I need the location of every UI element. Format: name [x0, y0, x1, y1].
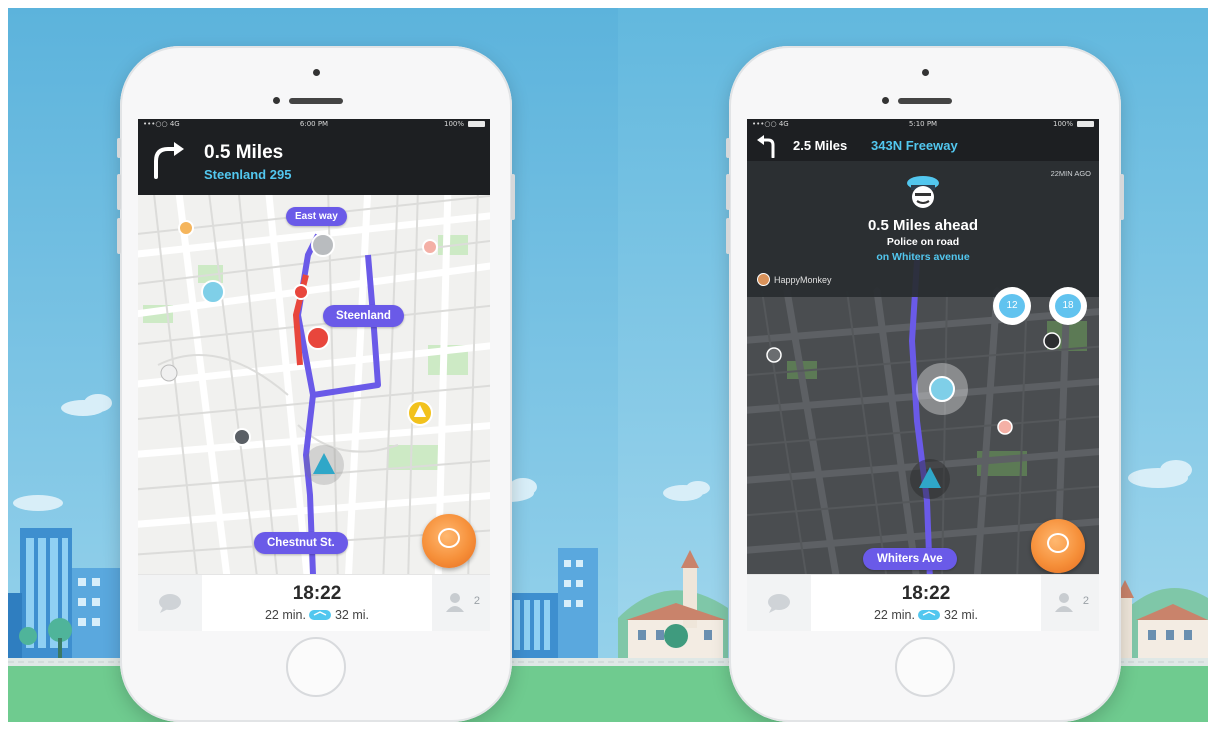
- battery-percent: 100%: [443, 120, 464, 128]
- status-bar: •••○○ 4G 6:00 PM 100%: [138, 119, 490, 129]
- thumbs-up-count: 18: [1055, 294, 1081, 318]
- speech-bubble-icon: [438, 528, 460, 548]
- friends-count: 2: [473, 595, 480, 607]
- proximity-sensor: [882, 97, 889, 104]
- next-turn-distance: 2.5 Miles: [793, 138, 848, 153]
- phone-left: •••○○ 4G 6:00 PM 100% 0.5 Miles Steenlan…: [117, 46, 515, 722]
- trip-summary: 22 min. 32 mi.: [811, 608, 1041, 622]
- comment-count: 12: [999, 294, 1025, 318]
- chat-button[interactable]: [138, 575, 202, 631]
- friends-count: 2: [1082, 595, 1089, 607]
- eta-bar[interactable]: 18:22 22 min. 32 mi. 2: [138, 574, 490, 631]
- map-label-whiters-ave: Whiters Ave: [863, 548, 957, 570]
- front-camera: [313, 69, 320, 76]
- mute-switch: [726, 138, 730, 158]
- status-time: 6:00 PM: [299, 120, 329, 128]
- police-icon: [907, 176, 939, 208]
- earpiece-speaker: [898, 98, 952, 104]
- user-icon: [446, 593, 464, 612]
- proximity-sensor: [273, 97, 280, 104]
- eta-time: 18:22: [292, 583, 342, 604]
- volume-up-button: [726, 174, 730, 210]
- turn-right-arrow-icon: [154, 142, 184, 179]
- trip-distance: 32 mi.: [334, 608, 369, 622]
- phone-screen: •••○○ 4G 6:00 PM 100% 0.5 Miles Steenlan…: [138, 119, 490, 631]
- turn-left-arrow-icon: [757, 135, 775, 158]
- mute-switch: [117, 138, 121, 158]
- battery-percent: 100%: [1052, 120, 1073, 128]
- eta-bar[interactable]: 18:22 22 min. 32 mi. 2: [747, 574, 1099, 631]
- speech-bubble-icon: [1047, 533, 1069, 553]
- trip-distance: 32 mi.: [943, 608, 978, 622]
- chat-bubble-icon: [159, 594, 181, 613]
- map-label-steenland: Steenland: [323, 305, 404, 327]
- thanks-button[interactable]: 18: [1049, 287, 1087, 325]
- car-icon: [309, 610, 332, 620]
- report-button[interactable]: [422, 514, 476, 568]
- alert-time-ago: 22MIN AGO: [1050, 169, 1091, 178]
- trip-duration: 22 min.: [873, 608, 915, 622]
- reporter: HappyMonkey: [757, 273, 832, 286]
- eta-time: 18:22: [901, 583, 951, 604]
- chat-bubble-icon: [768, 594, 790, 613]
- map-label-chestnut: Chestnut St.: [254, 532, 348, 554]
- hazard-alert-card[interactable]: 22MIN AGO 0.5 Miles ahead Police on road…: [747, 161, 1099, 297]
- phone-right: •••○○ 4G 5:10 PM 100% 2.5 Miles 343N Fre…: [726, 46, 1124, 722]
- battery-icon: [468, 121, 485, 127]
- earpiece-speaker: [289, 98, 343, 104]
- trip-duration: 22 min.: [264, 608, 306, 622]
- next-turn-distance: 0.5 Miles: [204, 142, 284, 163]
- phone-screen: •••○○ 4G 5:10 PM 100% 2.5 Miles 343N Fre…: [747, 119, 1099, 631]
- report-button[interactable]: [1031, 519, 1085, 573]
- trip-summary: 22 min. 32 mi.: [202, 608, 432, 622]
- power-button: [1120, 174, 1124, 220]
- battery-icon: [1077, 121, 1094, 127]
- user-icon: [1055, 593, 1073, 612]
- alert-type: Police on road: [886, 236, 960, 248]
- home-button[interactable]: [286, 637, 346, 697]
- friends-button[interactable]: 2: [1041, 575, 1099, 631]
- volume-down-button: [726, 218, 730, 254]
- friends-button[interactable]: 2: [432, 575, 490, 631]
- front-camera: [922, 69, 929, 76]
- status-time: 5:10 PM: [908, 120, 938, 128]
- chat-button[interactable]: [747, 575, 811, 631]
- map-label-east-way: East way: [286, 207, 347, 226]
- next-turn-street: Steenland 295: [204, 167, 292, 182]
- alert-distance: 0.5 Miles ahead: [867, 217, 979, 234]
- next-turn-street: 343N Freeway: [871, 138, 958, 153]
- app-promo-stage: •••○○ 4G 6:00 PM 100% 0.5 Miles Steenlan…: [8, 8, 1208, 722]
- navigation-header[interactable]: 0.5 Miles Steenland 295: [138, 129, 490, 195]
- car-icon: [918, 610, 941, 620]
- comments-button[interactable]: 12: [993, 287, 1031, 325]
- home-button[interactable]: [895, 637, 955, 697]
- volume-up-button: [117, 174, 121, 210]
- volume-down-button: [117, 218, 121, 254]
- status-bar: •••○○ 4G 5:10 PM 100%: [747, 119, 1099, 129]
- avatar: [757, 273, 770, 286]
- navigation-header[interactable]: 2.5 Miles 343N Freeway: [747, 129, 1099, 161]
- reporter-name: HappyMonkey: [774, 275, 832, 285]
- alert-location: on Whiters avenue: [876, 251, 970, 263]
- power-button: [511, 174, 515, 220]
